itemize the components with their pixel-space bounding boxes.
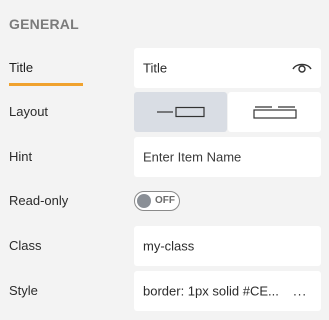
- hint-label: Hint: [9, 149, 33, 164]
- style-input[interactable]: border: 1px solid #CE... ...: [134, 271, 321, 311]
- eye-icon[interactable]: [292, 60, 312, 76]
- hint-input[interactable]: Enter Item Name: [134, 137, 321, 177]
- style-label: Style: [9, 283, 38, 298]
- active-tab-underline: [9, 83, 83, 86]
- property-row-title: Title Title: [0, 48, 329, 88]
- toggle-knob: [137, 194, 151, 208]
- title-label: Title: [9, 60, 34, 75]
- readonly-label: Read-only: [9, 193, 69, 208]
- property-row-hint: Hint Enter Item Name: [0, 137, 329, 177]
- readonly-toggle[interactable]: OFF: [134, 191, 180, 211]
- class-input-value: my-class: [143, 238, 195, 254]
- horizontal-layout-icon: [156, 106, 205, 118]
- toggle-state-text: OFF: [155, 195, 175, 206]
- property-row-readonly: Read-only OFF: [0, 182, 329, 222]
- title-input-value: Title: [143, 60, 168, 76]
- property-row-style: Style border: 1px solid #CE... ...: [0, 271, 329, 311]
- layout-label: Layout: [9, 104, 49, 119]
- class-label: Class: [9, 238, 42, 253]
- title-input[interactable]: Title: [134, 48, 321, 88]
- property-row-class: Class my-class: [0, 226, 329, 266]
- class-input[interactable]: my-class: [134, 226, 321, 266]
- more-options-button[interactable]: ...: [293, 284, 307, 299]
- layout-option-horizontal[interactable]: [134, 92, 227, 132]
- hint-input-value: Enter Item Name: [143, 149, 242, 165]
- layout-option-stacked[interactable]: [228, 92, 321, 132]
- style-input-value: border: 1px solid #CE...: [143, 283, 279, 299]
- stacked-layout-icon: [252, 106, 297, 119]
- section-header: GENERAL: [9, 16, 79, 32]
- property-row-layout: Layout: [0, 92, 329, 132]
